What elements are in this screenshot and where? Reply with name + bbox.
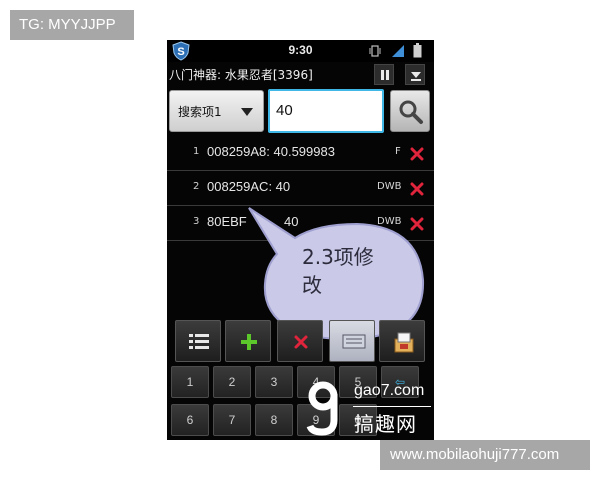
vibrate-icon [369, 45, 381, 57]
add-button[interactable] [225, 320, 271, 362]
pause-button[interactable] [374, 64, 394, 85]
delete-icon [294, 335, 308, 349]
pause-icon [381, 70, 389, 80]
search-type-label: 搜索项1 [178, 105, 222, 119]
row-value-tail: 40 [284, 214, 299, 229]
row-index: 2 [193, 181, 200, 192]
watermark-domain: gao7.com [354, 382, 425, 399]
key-1[interactable]: 1 [171, 366, 209, 398]
status-bar: S 9:30 [167, 40, 434, 62]
gao7-watermark: gao7.com 搞趣网 [306, 380, 431, 436]
result-row[interactable]: 3 80EBF 40 DWB [167, 206, 434, 241]
watermark-divider [353, 406, 431, 407]
result-row[interactable]: 2 008259AC: 40 DWB [167, 171, 434, 206]
delete-button[interactable] [277, 320, 323, 362]
row-index: 3 [193, 216, 200, 227]
gao7-logo-icon [306, 381, 338, 436]
app-title: 八门神器: 水果忍者[3396] [169, 68, 313, 82]
row-type: F [395, 146, 401, 157]
key-7[interactable]: 7 [213, 404, 251, 436]
bottom-toolbar [167, 320, 434, 362]
add-icon [241, 334, 257, 350]
callout-line-1: 2.3项修 [302, 245, 374, 269]
search-type-dropdown[interactable]: 搜索项1 [169, 90, 264, 132]
row-type: DWB [377, 181, 402, 192]
delete-icon[interactable] [410, 182, 424, 196]
search-icon [399, 100, 423, 124]
url-label-badge: www.mobilaohuji777.com [380, 440, 590, 470]
row-address-value: 008259AC: 40 [207, 179, 291, 194]
list-button[interactable] [175, 320, 221, 362]
clipboard-button[interactable] [379, 320, 425, 362]
key-3[interactable]: 3 [255, 366, 293, 398]
row-address-value: 008259A8: 40.599983 [207, 144, 335, 159]
row-index: 1 [193, 146, 200, 157]
battery-icon [413, 43, 422, 58]
keyboard-button[interactable] [329, 320, 375, 362]
search-value-input[interactable]: 40 [268, 89, 384, 133]
row-type: DWB [377, 216, 402, 227]
key-2[interactable]: 2 [213, 366, 251, 398]
callout-text: 2.3项修 改 [302, 243, 412, 299]
result-row[interactable]: 1 008259A8: 40.599983 F [167, 136, 434, 171]
row-address-value: 80EBF [207, 214, 247, 229]
watermark-name: 搞趣网 [354, 412, 417, 436]
key-8[interactable]: 8 [255, 404, 293, 436]
callout-line-2: 改 [302, 273, 322, 297]
list-icon [189, 334, 209, 349]
tg-label-badge: TG: MYYJJPP [10, 10, 134, 40]
search-row: 搜索项1 40 [167, 88, 434, 134]
clipboard-icon [394, 332, 414, 353]
delete-icon[interactable] [410, 147, 424, 161]
menu-down-icon [411, 72, 421, 81]
menu-down-button[interactable] [405, 64, 425, 85]
key-6[interactable]: 6 [171, 404, 209, 436]
page: TG: MYYJJPP S 9:30 八门神器: 水果忍者[3396] 搜索项1… [0, 0, 600, 480]
search-button[interactable] [390, 90, 430, 132]
dropdown-arrow-icon [241, 108, 253, 116]
delete-icon[interactable] [410, 217, 424, 231]
signal-icon [392, 45, 404, 57]
result-list: 1 008259A8: 40.599983 F 2 008259AC: 40 D… [167, 136, 434, 241]
keyboard-icon [342, 334, 366, 349]
